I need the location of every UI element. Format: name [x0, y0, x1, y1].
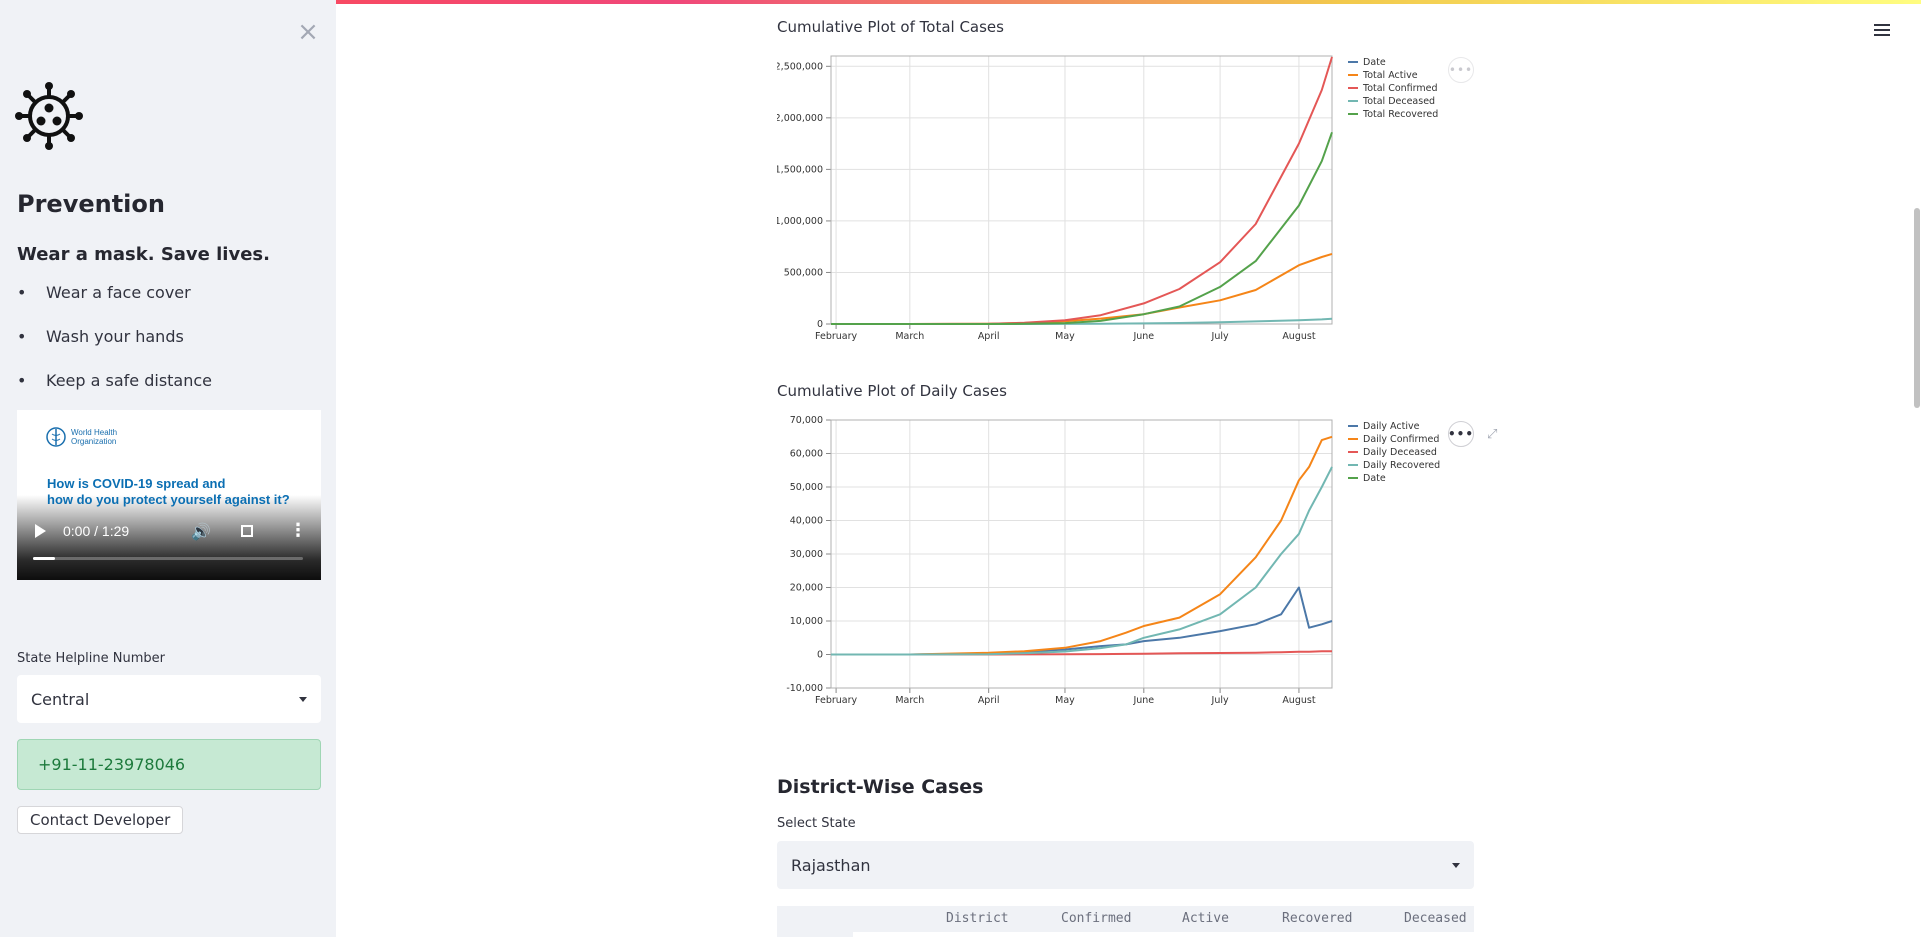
- y-tick-label: 70,000: [790, 415, 823, 426]
- daily-cases-chart: February March April May June July August -10,0…: [786, 415, 1440, 706]
- x-tick-label: February: [815, 695, 857, 706]
- series-line-total-active: [831, 252, 1333, 325]
- x-tick-label: August: [1282, 331, 1316, 342]
- legend-entry: Total Confirmed: [1362, 83, 1438, 94]
- legend-entry: Daily Recovered: [1363, 460, 1440, 471]
- y-tick-label: 60,000: [790, 449, 823, 460]
- tip-item: Wash your hands: [17, 326, 212, 370]
- y-tick-label: 0: [817, 319, 823, 330]
- state-select[interactable]: Rajasthan: [777, 841, 1474, 889]
- main-menu-icon[interactable]: [1874, 24, 1890, 38]
- x-tick-label: April: [978, 331, 1000, 342]
- sidebar-title: Prevention: [17, 190, 165, 218]
- video-progress-bar[interactable]: [33, 557, 303, 560]
- virus-icon: [15, 82, 83, 150]
- y-tick-label: 500,000: [784, 267, 823, 278]
- y-tick-label: -10,000: [786, 683, 823, 694]
- series-line-total-recovered: [831, 131, 1333, 325]
- x-tick-label: March: [895, 331, 924, 342]
- legend-entry: Date: [1363, 57, 1386, 68]
- sidebar: × Prevention Wear a mask. Save lives. We…: [0, 0, 336, 937]
- legend-entry: Total Recovered: [1362, 109, 1438, 120]
- chart1-options-icon[interactable]: •••: [1448, 57, 1474, 83]
- x-tick-label: July: [1211, 695, 1229, 706]
- column-header-confirmed[interactable]: Confirmed: [1061, 911, 1131, 926]
- column-header-active[interactable]: Active: [1182, 911, 1229, 926]
- column-header-deceased[interactable]: Deceased: [1404, 911, 1467, 926]
- chevron-down-icon: [299, 696, 307, 702]
- video-player[interactable]: World Health Organization How is COVID-1…: [17, 410, 321, 580]
- y-tick-label: 40,000: [790, 516, 823, 527]
- tip-item: Wear a face cover: [17, 282, 212, 326]
- more-options-icon[interactable]: ⋮: [289, 520, 307, 541]
- who-logo: World Health Organization: [45, 426, 117, 448]
- volume-icon[interactable]: 🔊: [191, 522, 211, 541]
- x-tick-label: June: [1132, 695, 1154, 706]
- y-tick-label: 2,000,000: [777, 113, 823, 124]
- column-header-district[interactable]: District: [946, 911, 1009, 926]
- chart2-title: Cumulative Plot of Daily Cases: [777, 382, 1007, 400]
- helpline-label: State Helpline Number: [17, 651, 165, 666]
- prevention-tips-list: Wear a face cover Wash your hands Keep a…: [17, 282, 212, 414]
- video-caption: How is COVID-19 spread and how do you pr…: [47, 476, 317, 508]
- legend-entry: Total Deceased: [1362, 96, 1435, 107]
- y-tick-label: 0: [817, 650, 823, 661]
- video-time: 0:00 / 1:29: [63, 523, 130, 539]
- chevron-down-icon: [1452, 862, 1460, 868]
- legend-entry: Daily Confirmed: [1363, 434, 1439, 445]
- chart2-options-icon[interactable]: •••: [1448, 421, 1474, 447]
- fullscreen-icon[interactable]: [241, 525, 253, 537]
- helpline-number: +91-11-23978046: [17, 739, 321, 790]
- y-tick-label: 2,500,000: [777, 61, 823, 72]
- series-line-daily-confirmed: [831, 435, 1333, 656]
- helpline-state-value: Central: [31, 689, 90, 709]
- legend-entry: Date: [1363, 473, 1386, 484]
- x-tick-label: May: [1055, 695, 1075, 706]
- who-line-1: World Health: [71, 428, 118, 437]
- column-header-recovered[interactable]: Recovered: [1282, 911, 1352, 926]
- who-emblem-icon: [46, 427, 66, 447]
- y-tick-label: 1,000,000: [777, 216, 823, 227]
- who-line-2: Organization: [71, 437, 117, 446]
- x-tick-label: March: [895, 695, 924, 706]
- y-tick-label: 1,500,000: [777, 164, 823, 175]
- page-scrollbar[interactable]: [1914, 208, 1920, 408]
- x-tick-label: February: [815, 331, 857, 342]
- close-sidebar-icon[interactable]: ×: [296, 19, 320, 45]
- sidebar-subtitle: Wear a mask. Save lives.: [17, 244, 270, 265]
- video-progress-fill: [33, 557, 55, 560]
- y-tick-label: 50,000: [790, 482, 823, 493]
- chart1-title: Cumulative Plot of Total Cases: [777, 18, 1004, 36]
- total-cases-chart: February March April May June July August 0 500,…: [777, 55, 1438, 342]
- who-logo-text: World Health Organization: [71, 428, 117, 446]
- expand-icon[interactable]: ⤢: [1487, 427, 1503, 443]
- select-state-label: Select State: [777, 816, 856, 831]
- y-tick-label: 20,000: [790, 583, 823, 594]
- state-select-value: Rajasthan: [791, 855, 871, 875]
- y-tick-label: 10,000: [790, 616, 823, 627]
- legend-entry: Total Active: [1362, 70, 1418, 81]
- legend-entry: Daily Deceased: [1363, 447, 1437, 458]
- series-line-daily-recovered: [831, 466, 1333, 656]
- plot-area-frame: [830, 55, 1333, 325]
- y-tick-label: 30,000: [790, 549, 823, 560]
- x-tick-label: May: [1055, 331, 1075, 342]
- x-tick-label: June: [1132, 331, 1154, 342]
- tip-item: Keep a safe distance: [17, 370, 212, 414]
- video-caption-line-1: How is COVID-19 spread and: [47, 476, 226, 491]
- video-caption-line-2: how do you protect yourself against it?: [47, 492, 290, 507]
- legend-entry: Daily Active: [1363, 421, 1420, 432]
- video-controls: 0:00 / 1:29 🔊 ⋮: [17, 518, 321, 548]
- x-tick-label: July: [1211, 331, 1229, 342]
- x-tick-label: August: [1282, 695, 1316, 706]
- contact-developer-button[interactable]: Contact Developer: [17, 806, 184, 834]
- play-icon[interactable]: [35, 524, 46, 538]
- series-line-total-confirmed: [831, 56, 1333, 325]
- district-table-body: [853, 932, 1474, 937]
- helpline-state-select[interactable]: Central: [17, 675, 321, 723]
- district-section-title: District-Wise Cases: [777, 776, 984, 798]
- x-tick-label: April: [978, 695, 1000, 706]
